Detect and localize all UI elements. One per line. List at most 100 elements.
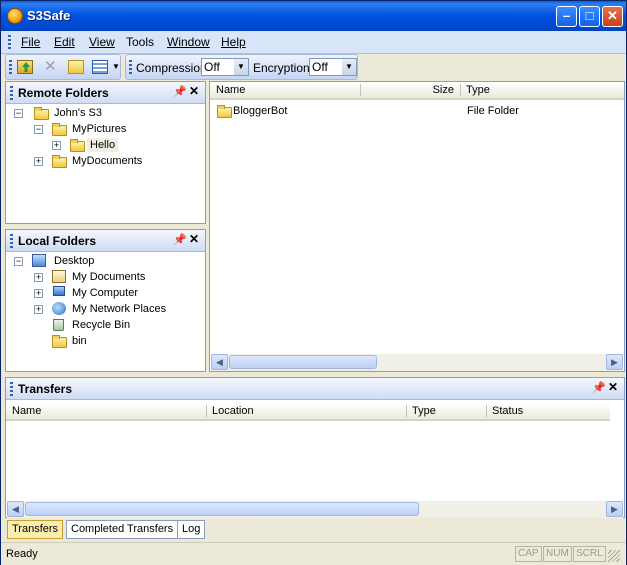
panel-grip-icon	[10, 234, 13, 248]
tree-item-label: MyDocuments	[72, 155, 143, 167]
tab-transfers[interactable]: Transfers	[7, 520, 64, 539]
menu-help[interactable]: Help	[221, 35, 246, 49]
delete-icon[interactable]: ✕	[44, 59, 60, 74]
column-header-name[interactable]: Name	[210, 82, 360, 100]
remote-folders-title: Remote Folders	[18, 86, 109, 100]
horizontal-scrollbar[interactable]: ◀ ▶	[211, 354, 623, 371]
window-title: S3Safe	[27, 8, 71, 23]
folder-icon	[52, 155, 67, 168]
column-header-type[interactable]: Type	[460, 82, 624, 100]
recycle-bin-icon	[53, 319, 64, 331]
app-window: S3Safe – □ ✕ File Edit View Tools Window…	[0, 0, 627, 565]
maximize-button[interactable]: □	[579, 6, 600, 27]
toolbar-strip-actions: ✕ ▼	[5, 54, 121, 80]
column-header-name[interactable]: Name	[6, 403, 206, 421]
compression-value: Off	[204, 60, 220, 74]
column-divider[interactable]	[406, 405, 407, 417]
pin-icon[interactable]: 📌	[173, 85, 187, 98]
expand-icon[interactable]: +	[34, 305, 43, 314]
folder-icon	[52, 123, 67, 136]
caps-lock-indicator: CAP	[515, 546, 542, 562]
folder-icon	[70, 139, 85, 152]
collapse-icon[interactable]: −	[14, 257, 23, 266]
close-button[interactable]: ✕	[602, 6, 623, 27]
scroll-right-icon[interactable]: ▶	[606, 501, 623, 517]
computer-icon	[53, 286, 65, 296]
local-folders-title: Local Folders	[18, 234, 97, 248]
tree-item-label: John's S3	[54, 107, 102, 119]
scrollbar-thumb[interactable]	[25, 502, 419, 516]
network-icon	[52, 302, 66, 315]
scroll-left-icon[interactable]: ◀	[7, 501, 24, 517]
folder-icon	[34, 107, 49, 120]
tree-item-label: My Network Places	[72, 303, 167, 315]
tree-item-label: My Computer	[72, 287, 139, 299]
new-folder-icon[interactable]	[68, 60, 84, 74]
app-logo-icon	[7, 8, 23, 24]
scroll-lock-indicator: SCRL	[573, 546, 606, 562]
toolbar: ✕ ▼ Compression Off ▼ Encryption Off ▼	[1, 54, 626, 80]
menu-grip-icon	[8, 35, 11, 49]
chevron-down-icon[interactable]: ▼	[234, 59, 248, 75]
close-panel-icon[interactable]: ✕	[189, 232, 199, 246]
encryption-select[interactable]: Off ▼	[309, 58, 357, 76]
collapse-icon[interactable]: −	[34, 125, 43, 134]
local-folders-panel: Local Folders 📌 ✕ − Desktop + My Documen…	[5, 229, 206, 372]
view-mode-icon[interactable]	[92, 60, 108, 74]
tree-item-label: Hello	[87, 138, 119, 152]
tab-completed-transfers[interactable]: Completed Transfers	[66, 520, 179, 539]
upload-icon[interactable]	[17, 60, 33, 74]
menu-tools[interactable]: Tools	[126, 35, 154, 49]
pin-icon[interactable]: 📌	[173, 233, 187, 246]
column-divider[interactable]	[486, 405, 487, 417]
menu-file[interactable]: File	[21, 35, 40, 49]
panel-grip-icon	[10, 382, 13, 396]
remote-folders-panel: Remote Folders 📌 ✕ − John's S3 − MyPictu…	[5, 81, 206, 224]
expand-icon[interactable]: +	[52, 141, 61, 150]
menu-view[interactable]: View	[89, 35, 115, 49]
column-divider[interactable]	[206, 405, 207, 417]
row-type: File Folder	[467, 105, 519, 117]
toolbar-grip-icon	[9, 60, 12, 74]
expand-icon[interactable]: +	[34, 273, 43, 282]
tab-log[interactable]: Log	[177, 520, 206, 539]
num-lock-indicator: NUM	[543, 546, 572, 562]
view-mode-dropdown-icon[interactable]: ▼	[112, 62, 120, 71]
close-panel-icon[interactable]: ✕	[608, 380, 618, 394]
status-text: Ready	[6, 548, 38, 560]
pin-icon[interactable]: 📌	[592, 381, 606, 394]
column-header-location[interactable]: Location	[206, 403, 406, 421]
resize-grip-icon[interactable]	[608, 550, 620, 562]
menu-window[interactable]: Window	[167, 35, 210, 49]
column-divider[interactable]	[360, 84, 361, 96]
tree-item-label: bin	[72, 335, 87, 347]
column-divider[interactable]	[460, 84, 461, 96]
horizontal-scrollbar[interactable]: ◀ ▶	[7, 501, 623, 518]
compression-label: Compression	[136, 61, 207, 75]
tree-item-label: Desktop	[54, 255, 95, 267]
tree-item-label: My Documents	[72, 271, 146, 283]
tree-item-label: MyPictures	[72, 123, 127, 135]
minimize-button[interactable]: –	[556, 6, 577, 27]
compression-select[interactable]: Off ▼	[201, 58, 249, 76]
table-row[interactable]: BloggerBot File Folder	[214, 104, 622, 120]
close-panel-icon[interactable]: ✕	[189, 84, 199, 98]
scrollbar-thumb[interactable]	[229, 355, 377, 369]
scroll-left-icon[interactable]: ◀	[211, 354, 228, 370]
column-header-status[interactable]: Status	[486, 403, 610, 421]
status-bar: Ready CAP NUM SCRL	[1, 542, 626, 565]
column-header-size[interactable]: Size	[360, 82, 460, 100]
expand-icon[interactable]: +	[34, 289, 43, 298]
collapse-icon[interactable]: −	[14, 109, 23, 118]
documents-icon	[52, 270, 66, 283]
column-header-type[interactable]: Type	[406, 403, 486, 421]
title-bar[interactable]: S3Safe – □ ✕	[1, 1, 626, 31]
chevron-down-icon[interactable]: ▼	[342, 59, 356, 75]
transfers-title: Transfers	[18, 382, 73, 396]
scroll-right-icon[interactable]: ▶	[606, 354, 623, 370]
menu-edit[interactable]: Edit	[54, 35, 75, 49]
transfers-header: Transfers 📌 ✕	[6, 378, 624, 400]
remote-folders-header: Remote Folders 📌 ✕	[6, 82, 205, 104]
expand-icon[interactable]: +	[34, 157, 43, 166]
folder-icon	[217, 105, 232, 118]
